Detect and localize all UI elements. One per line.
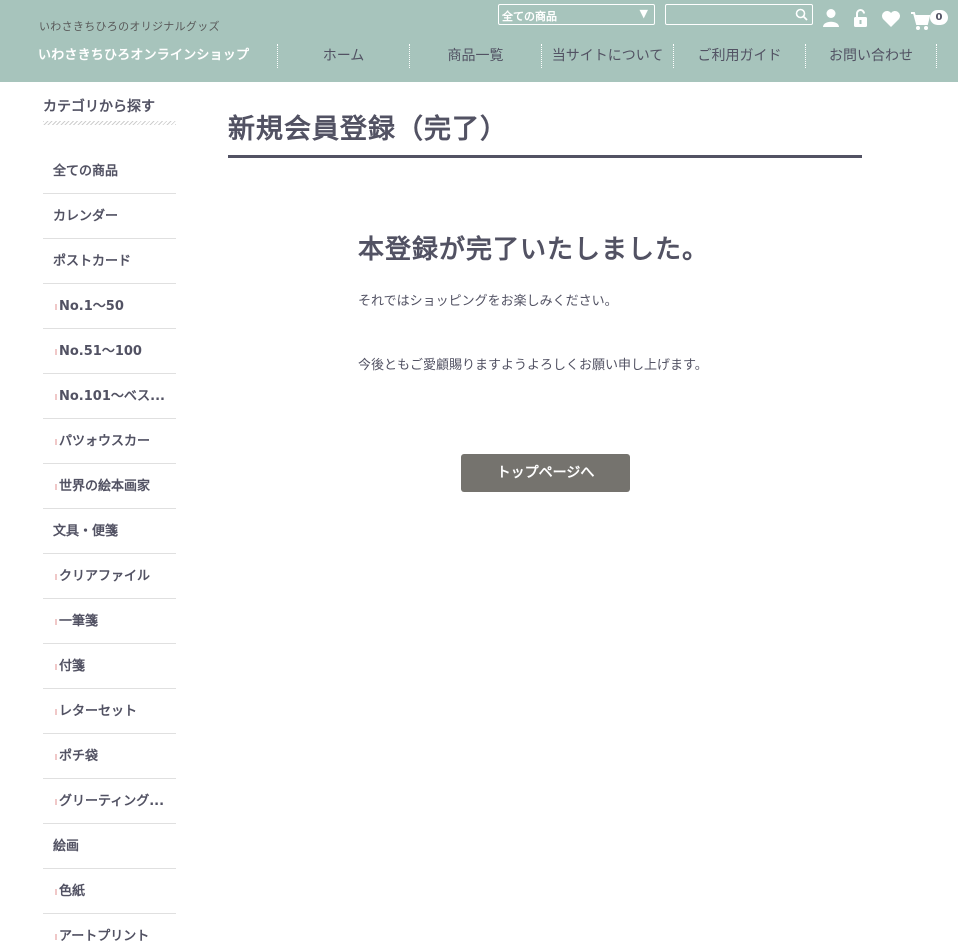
nav-about[interactable]: 当サイトについて — [541, 44, 673, 68]
category-item-world-picture-book[interactable]: 世界の絵本画家 — [43, 464, 176, 509]
category-item-postcard[interactable]: ポストカード — [43, 239, 176, 284]
top-page-button[interactable]: トップページへ — [461, 454, 630, 492]
site-tagline: いわさきちひろのオリジナルグッズ — [39, 20, 220, 33]
heart-icon[interactable] — [881, 10, 901, 28]
global-nav: ホーム 商品一覧 当サイトについて ご利用ガイド お問い合わせ — [277, 44, 937, 68]
category-item-pacovska[interactable]: パツォウスカー — [43, 419, 176, 464]
cart-icon[interactable] — [910, 11, 932, 31]
category-item-sticky-note[interactable]: 付箋 — [43, 644, 176, 689]
category-item-no51-100[interactable]: No.51〜100 — [43, 329, 176, 374]
category-item-stationery[interactable]: 文具・便箋 — [43, 509, 176, 554]
search-icon[interactable] — [795, 8, 808, 21]
category-item-no101-best[interactable]: No.101〜ベス... — [43, 374, 176, 419]
category-select[interactable]: 全ての商品 ▼ — [498, 4, 655, 25]
dropdown-arrow-icon: ▼ — [639, 7, 648, 20]
category-select-value: 全ての商品 — [502, 10, 557, 23]
site-logo[interactable]: いわさきちひろオンラインショップ — [38, 44, 249, 63]
category-list: 全ての商品 カレンダー ポストカード No.1〜50 No.51〜100 No.… — [43, 149, 176, 943]
category-item-shikishi[interactable]: 色紙 — [43, 869, 176, 914]
page-title: 新規会員登録（完了） — [228, 114, 508, 145]
category-item-pochi-bag[interactable]: ポチ袋 — [43, 734, 176, 779]
category-item-calendar[interactable]: カレンダー — [43, 194, 176, 239]
nav-home[interactable]: ホーム — [277, 44, 409, 68]
category-item-painting[interactable]: 絵画 — [43, 824, 176, 869]
sidebar-title-divider — [43, 121, 176, 125]
nav-guide[interactable]: ご利用ガイド — [673, 44, 805, 68]
completion-message: それではショッピングをお楽しみください。 — [358, 294, 618, 309]
category-item-all-products[interactable]: 全ての商品 — [43, 149, 176, 194]
search-input[interactable] — [665, 4, 813, 25]
category-item-greeting[interactable]: グリーティング... — [43, 779, 176, 824]
category-item-no1-50[interactable]: No.1〜50 — [43, 284, 176, 329]
lock-icon[interactable] — [853, 8, 868, 28]
category-item-clear-file[interactable]: クリアファイル — [43, 554, 176, 599]
cart-count-badge: 0 — [930, 10, 948, 25]
category-item-letter-set[interactable]: レターセット — [43, 689, 176, 734]
nav-products[interactable]: 商品一覧 — [409, 44, 541, 68]
category-item-art-print[interactable]: アートプリント — [43, 914, 176, 943]
user-icon[interactable] — [822, 8, 840, 28]
nav-contact[interactable]: お問い合わせ — [805, 44, 937, 68]
page-title-divider — [228, 155, 862, 158]
category-item-memo-pad[interactable]: 一筆箋 — [43, 599, 176, 644]
closing-message: 今後ともご愛顧賜りますようよろしくお願い申し上げます。 — [358, 358, 708, 373]
sidebar-title: カテゴリから探す — [43, 99, 155, 115]
site-header: いわさきちひろのオリジナルグッズ いわさきちひろオンラインショップ 全ての商品 … — [0, 0, 958, 82]
completion-heading: 本登録が完了いたしました。 — [358, 235, 710, 265]
